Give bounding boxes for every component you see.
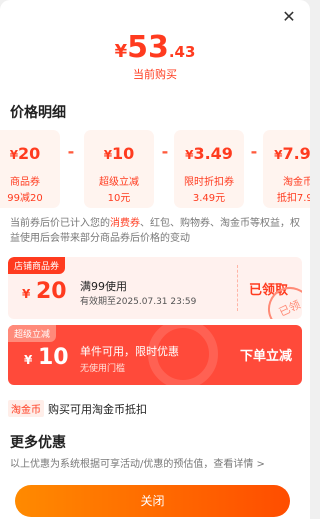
breakdown-card: ¥20 商品券 99减20	[0, 130, 60, 208]
coupon-condition: 满99使用	[80, 280, 127, 293]
breakdown-card: ¥7.98 淘金币 抵扣7.98	[263, 130, 310, 208]
coupon-tag: 超级立减	[8, 325, 57, 342]
card-currency: ¥	[103, 148, 113, 162]
coupon-tag: 店铺商品券	[8, 257, 66, 274]
price-label: 当前购买	[133, 68, 177, 81]
coupon-divider	[237, 265, 238, 311]
card-sub: 3.49元	[192, 193, 226, 204]
taojin-text: 购买可用淘金币抵扣	[48, 403, 147, 416]
order-discount-button[interactable]: 下单立减	[240, 345, 292, 364]
breakdown-card: ¥3.49 限时折扣券 3.49元	[174, 130, 244, 208]
card-sub: 99减20	[7, 193, 43, 204]
coupon-amount: ¥ 20	[22, 279, 67, 304]
price-integer: 53	[127, 30, 169, 65]
minus-operator: -	[161, 142, 169, 161]
card-name: 限时折扣券	[184, 177, 234, 188]
price-detail-sheet: ✕ ¥53.43 当前购买 价格明细 ¥20 商品券 99减20 - ¥10 超…	[0, 0, 310, 519]
coupon-expiry: 有效期至2025.07.31 23:59	[80, 297, 197, 307]
card-name: 商品券	[10, 177, 40, 188]
more-offers-title: 更多优惠	[10, 435, 66, 451]
minus-operator: -	[67, 142, 75, 161]
breakdown-title: 价格明细	[10, 105, 66, 121]
coupon-amount: ¥ 10	[24, 345, 69, 370]
card-amount: 10	[112, 144, 135, 163]
store-coupon[interactable]: 店铺商品券 ¥ 20 满99使用 有效期至2025.07.31 23:59 已领…	[8, 257, 302, 319]
card-currency: ¥	[9, 148, 19, 162]
close-button[interactable]: 关闭	[15, 485, 290, 517]
coupon-value: 20	[35, 279, 67, 304]
super-discount-coupon[interactable]: 超级立减 ¥ 10 单件可用，限时优惠 无使用门槛 下单立减	[8, 325, 302, 385]
more-offers-desc[interactable]: 以上优惠为系统根据可享活动/优惠的预估值，查看详情 >	[10, 455, 300, 470]
card-sub: 抵扣7.98	[276, 193, 310, 204]
card-name: 淘金币	[283, 177, 310, 188]
card-amount: 7.98	[282, 144, 310, 163]
current-price: ¥53.43	[0, 30, 310, 65]
breakdown-card: ¥10 超级立减 10元	[84, 130, 154, 208]
card-sub: 10元	[107, 193, 131, 204]
coupon-sub: 无使用门槛	[80, 364, 126, 374]
taojin-row: 淘金币 购买可用淘金币抵扣	[8, 400, 147, 417]
coupon-currency: ¥	[24, 353, 33, 367]
close-icon[interactable]: ✕	[278, 6, 300, 28]
coupon-condition: 单件可用，限时优惠	[80, 345, 179, 358]
price-explanation: 当前券后价已计入您的消费券、红包、购物券、淘金币等权益，权益使用后会带来部分商品…	[10, 216, 300, 246]
price-currency: ¥	[114, 41, 128, 62]
price-decimal: .43	[168, 43, 196, 61]
breakdown-cards: ¥20 商品券 99减20 - ¥10 超级立减 10元 - ¥3.49 限时折…	[0, 130, 310, 208]
desc-prefix: 当前券后价已计入您的	[10, 218, 110, 229]
minus-operator: -	[250, 142, 258, 161]
taojin-badge: 淘金币	[8, 400, 44, 417]
card-amount: 3.49	[193, 144, 233, 163]
card-name: 超级立减	[99, 177, 139, 188]
desc-highlight[interactable]: 消费券	[110, 218, 140, 229]
coupon-currency: ¥	[22, 287, 31, 301]
coupon-value: 10	[37, 345, 69, 370]
card-amount: 20	[18, 144, 41, 163]
